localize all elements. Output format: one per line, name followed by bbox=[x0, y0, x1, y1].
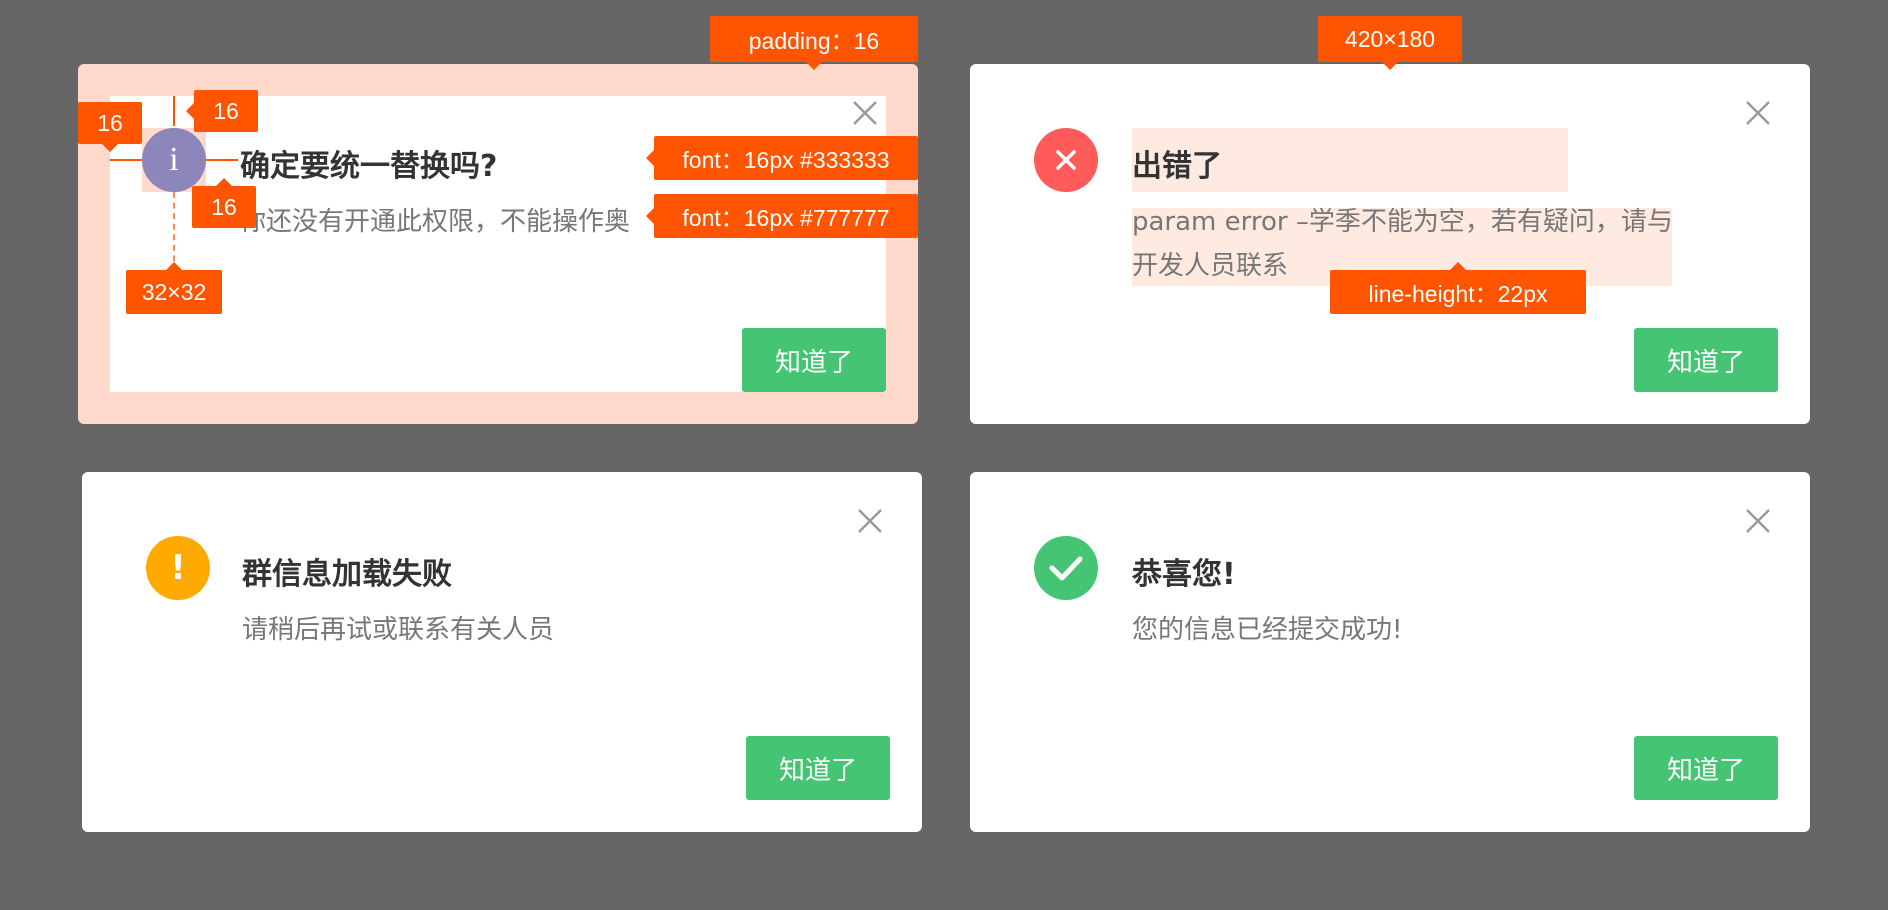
success-check-icon bbox=[1034, 536, 1098, 600]
line-height-annotation: line-height：22px bbox=[1330, 262, 1586, 314]
error-dialog: 出错了 param error –学季不能为空，若有疑问，请与 开发人员联系 知… bbox=[970, 64, 1810, 424]
spacing-guide-line bbox=[173, 192, 175, 272]
spacing-guide-line bbox=[173, 96, 175, 126]
error-x-icon bbox=[1034, 128, 1098, 192]
close-icon[interactable] bbox=[855, 506, 885, 536]
warning-exclamation-icon: ! bbox=[146, 536, 210, 600]
dialog-message: 你还没有开通此权限，不能操作奥 bbox=[240, 207, 631, 237]
warning-icon-glyph: ! bbox=[170, 548, 186, 588]
confirm-button[interactable]: 知道了 bbox=[1634, 328, 1778, 392]
dialog-title: 恭喜您! bbox=[1132, 557, 1236, 592]
dialog-message: 您的信息已经提交成功! bbox=[1132, 615, 1403, 645]
icon-margin-left-annotation: 16 bbox=[78, 102, 142, 152]
dialog-message: 请稍后再试或联系有关人员 bbox=[242, 615, 555, 645]
dialog-size-annotation: 420×180 bbox=[1318, 16, 1462, 70]
dialog-title: 出错了 bbox=[1132, 149, 1222, 184]
info-icon: i bbox=[142, 128, 206, 192]
close-icon[interactable] bbox=[1743, 506, 1773, 536]
title-font-annotation: font：16px #333333 bbox=[646, 136, 918, 180]
spacing-guide-line bbox=[206, 159, 238, 161]
warning-dialog: ! 群信息加载失败 请稍后再试或联系有关人员 知道了 bbox=[82, 472, 922, 832]
confirm-button[interactable]: 知道了 bbox=[1634, 736, 1778, 800]
message-font-annotation: font：16px #777777 bbox=[646, 194, 918, 238]
icon-gap-annotation: 16 bbox=[192, 178, 256, 228]
confirm-button[interactable]: 知道了 bbox=[742, 328, 886, 392]
dialog-message-line: 开发人员联系 bbox=[1132, 251, 1289, 281]
padding-annotation: padding：16 bbox=[710, 16, 918, 70]
info-icon-glyph: i bbox=[169, 141, 179, 178]
dialog-title: 确定要统一替换吗? bbox=[240, 149, 498, 184]
dialog-message-line: param error –学季不能为空，若有疑问，请与 bbox=[1132, 207, 1673, 237]
dialog-title: 群信息加载失败 bbox=[242, 557, 452, 592]
close-icon[interactable] bbox=[850, 98, 880, 128]
icon-size-annotation: 32×32 bbox=[126, 262, 222, 314]
close-icon[interactable] bbox=[1743, 98, 1773, 128]
success-dialog: 恭喜您! 您的信息已经提交成功! 知道了 bbox=[970, 472, 1810, 832]
spacing-guide-line bbox=[110, 159, 142, 161]
confirm-button[interactable]: 知道了 bbox=[746, 736, 890, 800]
icon-margin-top-annotation: 16 bbox=[186, 90, 258, 132]
